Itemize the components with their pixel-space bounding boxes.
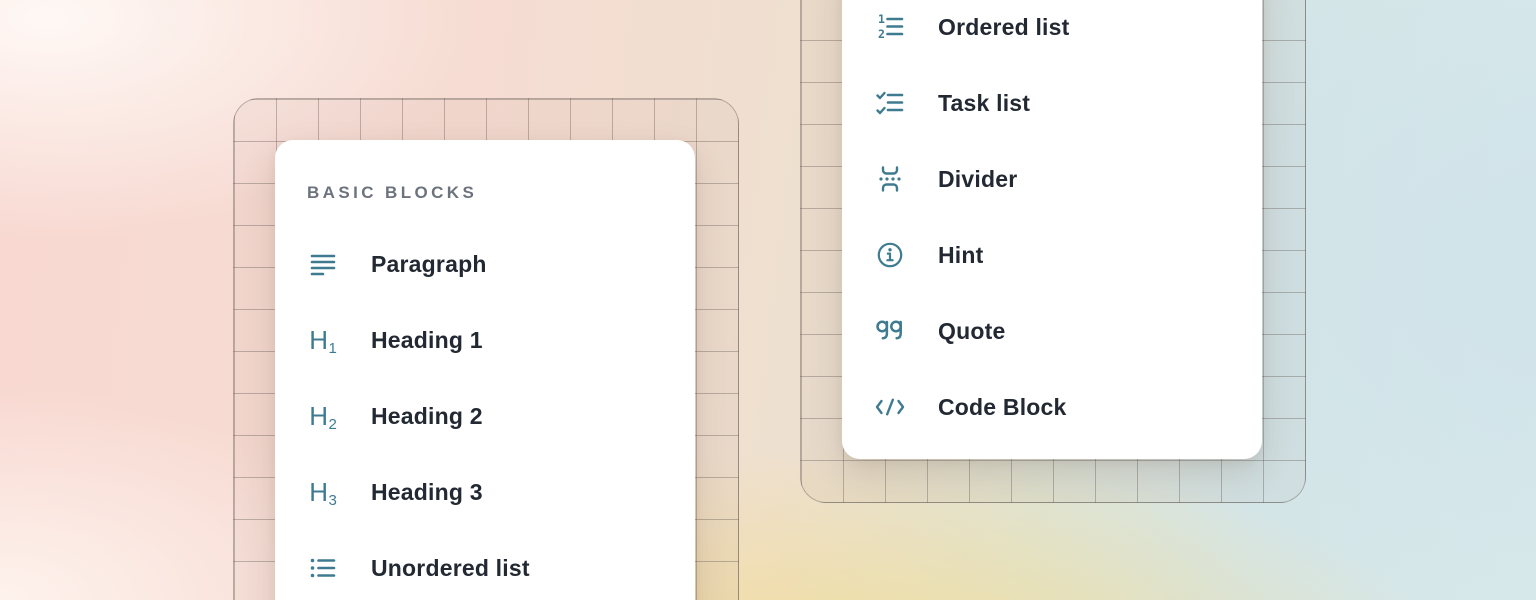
svg-text:1: 1: [878, 12, 885, 26]
basic-blocks-menu: BASIC BLOCKS Paragraph H1 Heading 1: [275, 140, 695, 600]
menu-item-hint[interactable]: Hint: [874, 227, 1230, 283]
menu-item-label: Heading 3: [371, 479, 483, 506]
insert-block-menu-continued: 1 2 Ordered list: [842, 0, 1262, 459]
code-block-icon: [874, 391, 906, 423]
unordered-list-icon: [307, 552, 339, 584]
menu-item-label: Quote: [938, 318, 1005, 345]
menu-item-heading-2[interactable]: H2 Heading 2: [307, 388, 663, 444]
heading-1-icon: H1: [307, 324, 339, 356]
menu-item-divider[interactable]: Divider: [874, 151, 1230, 207]
menu-item-paragraph[interactable]: Paragraph: [307, 236, 663, 292]
menu-item-label: Paragraph: [371, 251, 487, 278]
menu-item-unordered-list[interactable]: Unordered list: [307, 540, 663, 596]
section-label: BASIC BLOCKS: [307, 184, 663, 202]
menu-item-label: Heading 1: [371, 327, 483, 354]
menu-item-label: Divider: [938, 166, 1017, 193]
menu-item-heading-3[interactable]: H3 Heading 3: [307, 464, 663, 520]
task-list-icon: [874, 87, 906, 119]
hint-icon: [874, 239, 906, 271]
menu-item-label: Unordered list: [371, 555, 530, 582]
menu-item-heading-1[interactable]: H1 Heading 1: [307, 312, 663, 368]
svg-text:2: 2: [878, 27, 885, 41]
menu-item-code-block[interactable]: Code Block: [874, 379, 1230, 435]
menu-item-label: Code Block: [938, 394, 1067, 421]
paragraph-icon: [307, 248, 339, 280]
divider-icon: [874, 163, 906, 195]
menu-item-label: Hint: [938, 242, 984, 269]
heading-3-icon: H3: [307, 476, 339, 508]
menu-item-label: Heading 2: [371, 403, 483, 430]
menu-item-task-list[interactable]: Task list: [874, 75, 1230, 131]
menu-item-label: Ordered list: [938, 14, 1070, 41]
menu-item-label: Task list: [938, 90, 1030, 117]
page-background: BASIC BLOCKS Paragraph H1 Heading 1: [0, 0, 1536, 600]
blocks-list: 1 2 Ordered list: [874, 0, 1230, 435]
menu-item-ordered-list[interactable]: 1 2 Ordered list: [874, 0, 1230, 55]
ordered-list-icon: 1 2: [874, 11, 906, 43]
basic-blocks-list: Paragraph H1 Heading 1 H2 Heading 2 H3 H…: [307, 236, 663, 596]
heading-2-icon: H2: [307, 400, 339, 432]
menu-item-quote[interactable]: Quote: [874, 303, 1230, 359]
quote-icon: [874, 315, 906, 347]
